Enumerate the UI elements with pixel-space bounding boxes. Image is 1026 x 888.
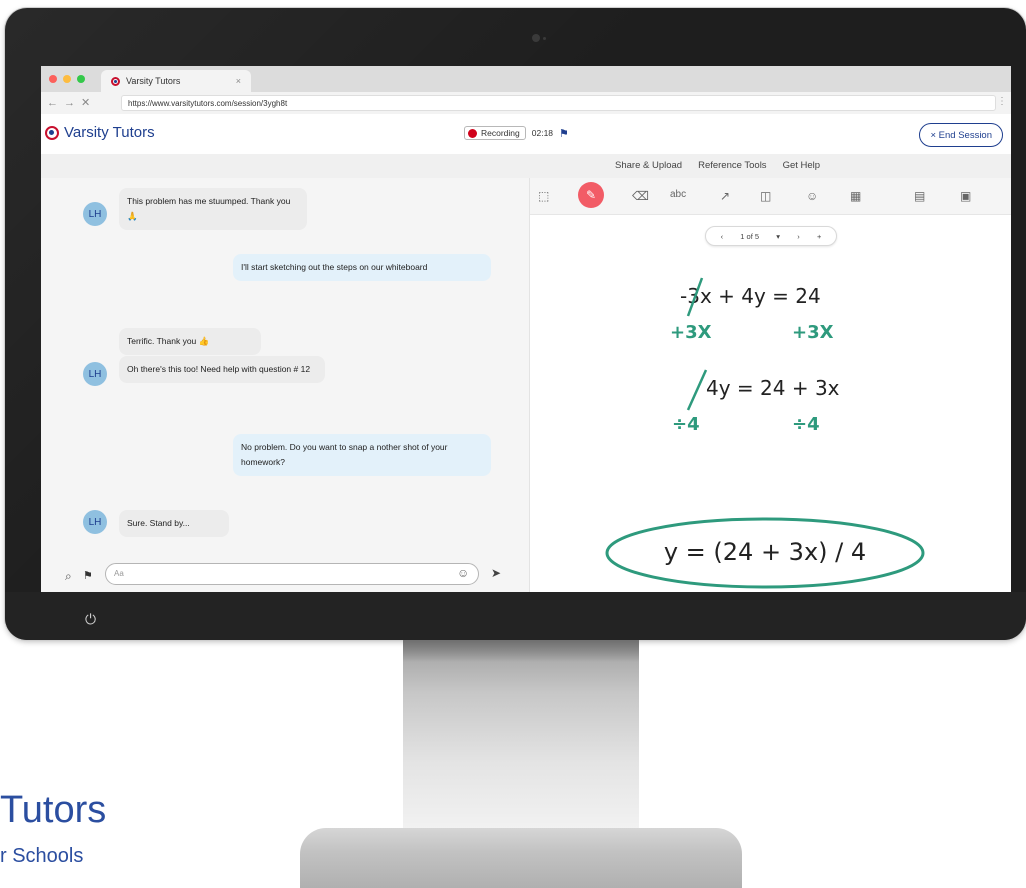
send-icon[interactable]: ➤ xyxy=(491,566,501,580)
bookmark-icon[interactable]: ⚑ xyxy=(83,569,93,582)
final-answer: y = (24 + 3x) / 4 xyxy=(663,538,867,566)
whiteboard[interactable]: ⬚ ✎ ⌫ abc ↗ ◫ ☺ ▦ ▤ ▣ ‹ 1 of 5 ▾ › + -3x… xyxy=(530,178,1011,593)
address-bar: ←→✕ https://www.varsitytutors.com/sessio… xyxy=(41,92,1011,115)
avatar: LH xyxy=(83,510,107,534)
brand-logo[interactable]: Varsity Tutors xyxy=(45,124,155,141)
end-session-button[interactable]: × End Session xyxy=(919,123,1003,147)
browser-tab[interactable]: Varsity Tutors × xyxy=(101,70,251,92)
record-icon xyxy=(468,128,477,138)
tab-close-button[interactable]: × xyxy=(236,76,241,86)
menu-reference-tools[interactable]: Reference Tools xyxy=(698,160,766,171)
menu-bar: Share & Upload Reference Tools Get Help xyxy=(41,154,1011,179)
avatar: LH xyxy=(83,202,107,226)
avatar: LH xyxy=(83,362,107,386)
camera-icon xyxy=(532,34,540,42)
monitor-stand-base xyxy=(300,828,742,888)
tab-title: Varsity Tutors xyxy=(126,76,181,86)
watermark-title: Tutors xyxy=(0,789,107,831)
bookmark-flag-icon[interactable]: ⚑ xyxy=(559,127,569,140)
power-icon[interactable]: ⏻ xyxy=(85,612,99,626)
chat-message: Terrific. Thank you 👍 xyxy=(119,328,261,355)
screen: Varsity Tutors × ←→✕ https://www.varsity… xyxy=(41,66,1011,593)
close-window-button[interactable] xyxy=(49,75,57,83)
emoji-icon[interactable]: ☺ xyxy=(457,566,469,580)
browser-tab-bar: Varsity Tutors × xyxy=(41,66,1011,92)
logo-icon xyxy=(45,125,59,140)
stop-icon[interactable]: ✕ xyxy=(81,97,96,109)
chat-composer: ⌕ ⚑ Aa ☺ ➤ xyxy=(41,557,529,593)
camera-sensor xyxy=(543,37,546,40)
menu-get-help[interactable]: Get Help xyxy=(783,160,821,171)
url-field[interactable]: https://www.varsitytutors.com/session/3y… xyxy=(121,95,996,111)
chat-message: Sure. Stand by... xyxy=(119,510,229,537)
maximize-window-button[interactable] xyxy=(77,75,85,83)
monitor-stand-neck xyxy=(403,640,639,830)
chat-panel: LH This problem has me stuumped. Thank y… xyxy=(41,178,530,593)
chat-message: Oh there's this too! Need help with ques… xyxy=(119,356,325,383)
attach-icon[interactable]: ⌕ xyxy=(65,569,72,584)
forward-arrow-icon[interactable]: → xyxy=(64,97,81,109)
menu-share-upload[interactable]: Share & Upload xyxy=(615,160,682,171)
recording-badge[interactable]: Recording xyxy=(464,126,526,140)
chat-message: I'll start sketching out the steps on ou… xyxy=(233,254,491,281)
chat-message: This problem has me stuumped. Thank you … xyxy=(119,188,307,230)
chat-message: No problem. Do you want to snap a nother… xyxy=(233,434,491,476)
app-header: Varsity Tutors Recording 02:18 ⚑ × End S… xyxy=(41,114,1011,155)
strike-stroke xyxy=(686,369,708,411)
recording-label: Recording xyxy=(481,128,520,138)
session-timer: 02:18 xyxy=(531,128,554,138)
monitor: Varsity Tutors × ←→✕ https://www.varsity… xyxy=(5,8,1026,640)
back-arrow-icon[interactable]: ← xyxy=(47,97,64,109)
strike-stroke xyxy=(686,277,704,317)
recording-status: Recording 02:18 ⚑ xyxy=(464,126,569,140)
minimize-window-button[interactable] xyxy=(63,75,71,83)
favicon-icon xyxy=(111,76,120,86)
monitor-chin xyxy=(5,592,1026,640)
message-input[interactable]: Aa xyxy=(105,563,479,585)
browser-menu-icon[interactable]: ⋮ xyxy=(997,96,1007,107)
watermark-subtitle: r Schools xyxy=(0,845,84,867)
brand-name: Varsity Tutors xyxy=(64,124,155,141)
window-controls xyxy=(49,75,85,83)
nav-buttons: ←→✕ xyxy=(47,96,96,109)
